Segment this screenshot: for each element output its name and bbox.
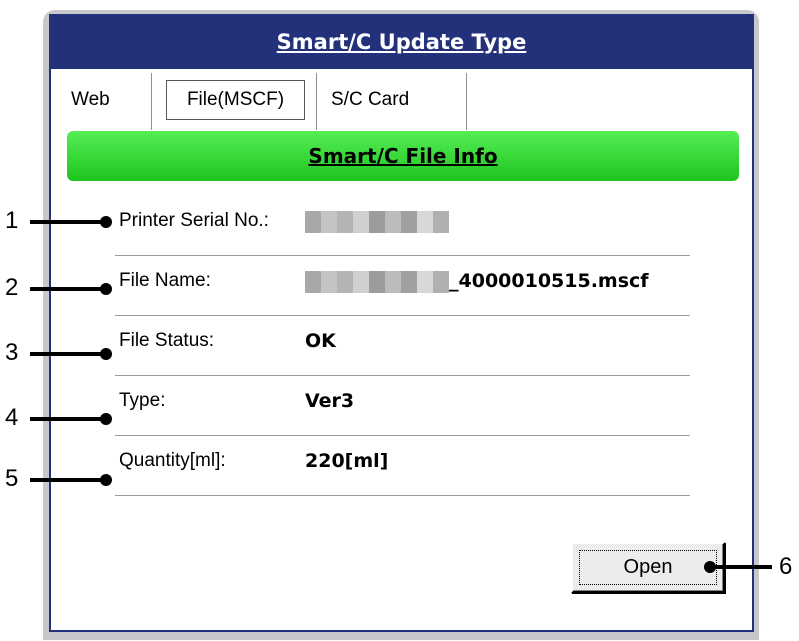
callout-3-line	[30, 352, 108, 356]
callout-3-dot	[100, 348, 112, 360]
file-name-value: _4000010515.mscf	[305, 270, 649, 293]
row-printer-serial: Printer Serial No.:	[115, 196, 690, 256]
callout-6: 6	[779, 553, 793, 580]
type-value: Ver3	[305, 390, 355, 412]
quantity-label: Quantity[ml]:	[119, 450, 226, 471]
tab-web-label: Web	[71, 89, 110, 110]
tab-web[interactable]: Web	[63, 73, 152, 130]
callout-5-dot	[100, 474, 112, 486]
tab-file-mscf[interactable]: File(MSCF)	[152, 73, 317, 130]
callout-1-dot	[100, 216, 112, 228]
type-label: Type:	[119, 390, 166, 411]
row-type: Type: Ver3	[115, 376, 690, 436]
callout-2: 2	[5, 274, 19, 301]
row-file-status: File Status: OK	[115, 316, 690, 376]
callout-2-dot	[100, 283, 112, 295]
tab-sc-card-label: S/C Card	[331, 89, 410, 110]
redacted-file-prefix	[305, 270, 449, 293]
callout-1: 1	[5, 207, 19, 234]
callout-4: 4	[5, 404, 19, 431]
callout-4-dot	[100, 413, 112, 425]
printer-serial-value	[305, 210, 449, 233]
callout-5-line	[30, 478, 108, 482]
file-status-label: File Status:	[119, 330, 215, 351]
file-name-suffix: _4000010515.mscf	[449, 270, 649, 292]
window-titlebar: Smart/C Update Type	[51, 16, 752, 69]
callout-4-line	[30, 417, 108, 421]
redacted-serial	[305, 210, 449, 233]
callout-5: 5	[5, 465, 19, 492]
file-status-value: OK	[305, 330, 336, 352]
file-info-header: Smart/C File Info	[67, 131, 739, 181]
printer-serial-label: Printer Serial No.:	[119, 210, 269, 231]
row-quantity: Quantity[ml]: 220[ml]	[115, 436, 690, 496]
smartc-update-window: Smart/C Update Type Web File(MSCF) S/C C…	[49, 14, 754, 632]
tab-file-mscf-label: File(MSCF)	[166, 80, 305, 120]
callout-3: 3	[5, 339, 19, 366]
callout-1-line	[30, 220, 108, 224]
callout-6-line	[710, 565, 772, 569]
window-title: Smart/C Update Type	[276, 30, 527, 54]
tab-sc-card[interactable]: S/C Card	[317, 73, 467, 130]
callout-2-line	[30, 287, 108, 291]
row-divider	[115, 495, 690, 496]
file-name-label: File Name:	[119, 270, 211, 291]
row-file-name: File Name: _4000010515.mscf	[115, 256, 690, 316]
quantity-value: 220[ml]	[305, 450, 389, 472]
open-button[interactable]: Open	[571, 542, 725, 593]
open-button-label: Open	[623, 556, 673, 578]
file-info-title: Smart/C File Info	[308, 144, 498, 168]
